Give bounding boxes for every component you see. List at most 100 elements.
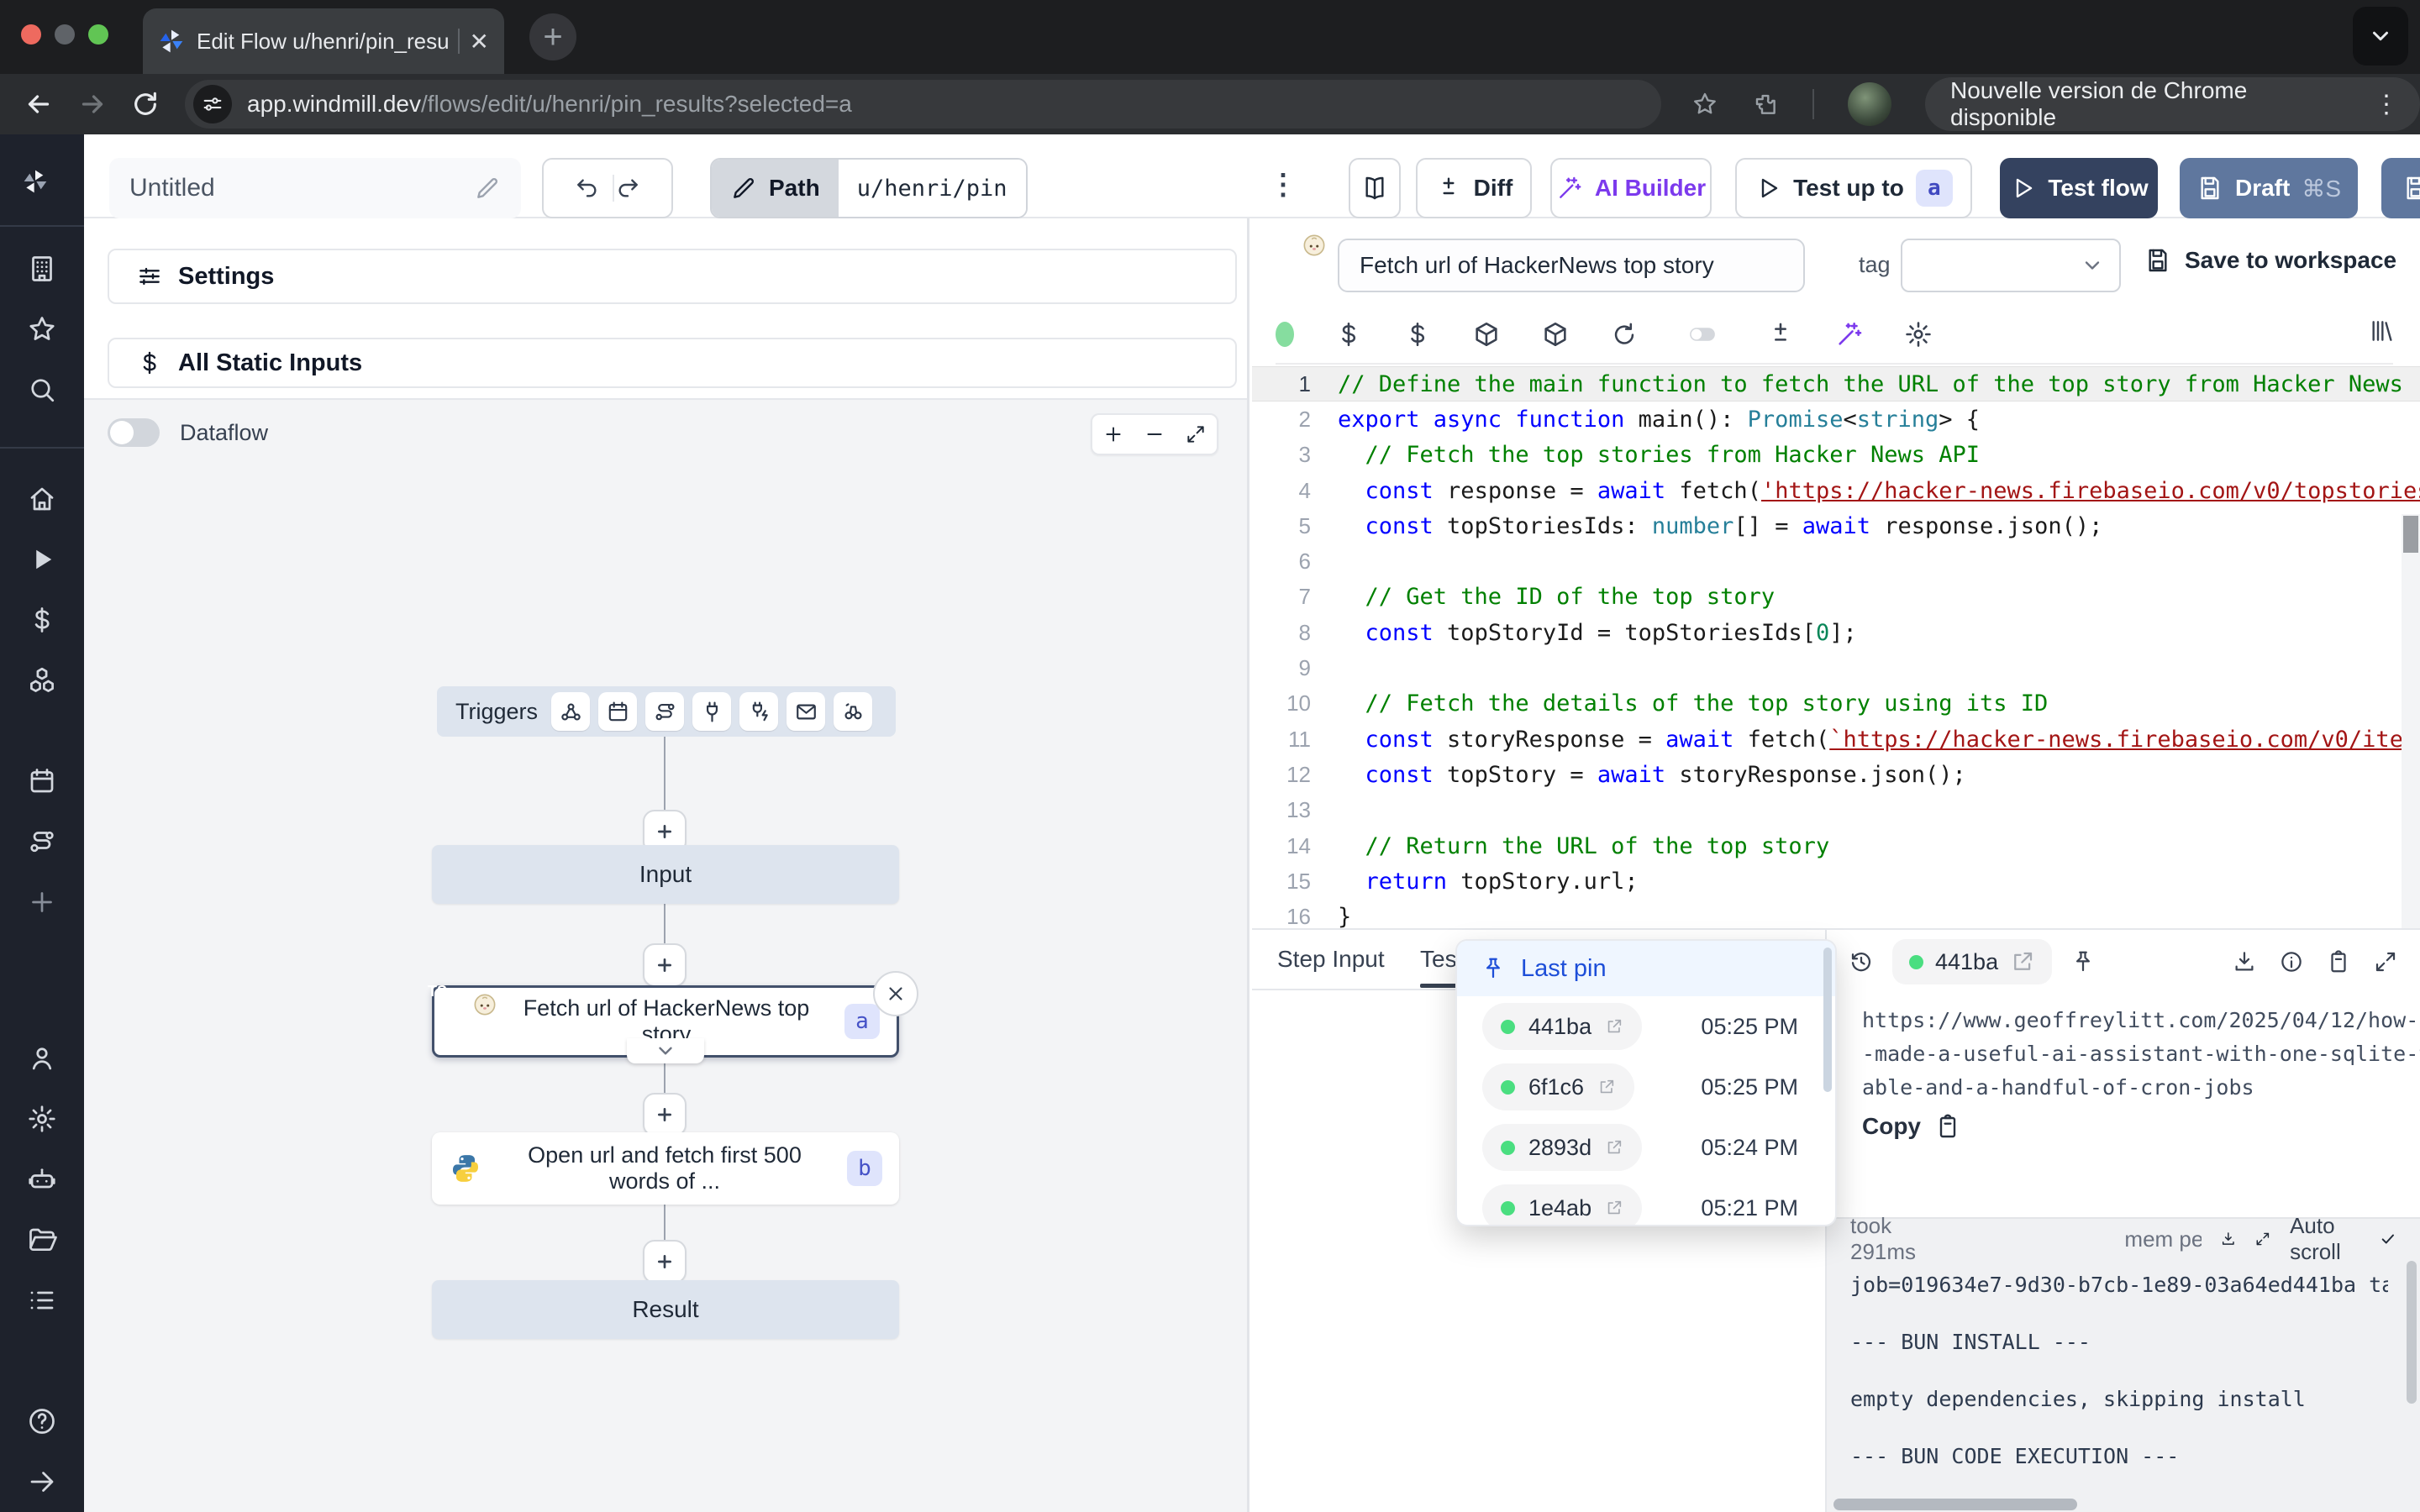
code-line[interactable]: 12 const topStory = await storyResponse.… — [1252, 757, 2420, 792]
auto-scroll-checkmark[interactable] — [2380, 1227, 2396, 1251]
tab-step-input[interactable]: Step Input — [1277, 930, 1385, 989]
refresh-icon[interactable] — [1610, 320, 1639, 349]
browser-menu-icon[interactable]: ⋮ — [2374, 90, 2400, 119]
code-editor[interactable]: 1// Define the main function to fetch th… — [1252, 366, 2420, 928]
add-step-button[interactable] — [643, 1093, 687, 1137]
pin-menu-item[interactable]: 441ba05:25 PM — [1457, 996, 1835, 1057]
step-node-b[interactable]: Open url and fetch first 500 words of ..… — [432, 1132, 899, 1205]
tab-test-partially-hidden[interactable]: Test — [1420, 930, 1459, 989]
external-link-icon[interactable] — [1605, 1199, 1623, 1217]
back-button[interactable] — [24, 89, 54, 119]
package-icon[interactable] — [1541, 320, 1570, 349]
triggers-node[interactable]: Triggers — [437, 686, 896, 737]
test-up-to-button[interactable]: Test up to a — [1735, 158, 1972, 218]
code-line[interactable]: 13 — [1252, 793, 2420, 828]
building-icon[interactable] — [27, 254, 57, 284]
star-icon[interactable] — [27, 314, 57, 344]
play-icon[interactable] — [27, 544, 57, 575]
plug-icon[interactable] — [692, 692, 731, 731]
code-line[interactable]: 7 // Get the ID of the top story — [1252, 580, 2420, 615]
help-icon[interactable] — [27, 1406, 57, 1436]
flow-settings-card[interactable]: Settings — [108, 249, 1237, 304]
code-line[interactable]: 5 const topStoriesIds: number[] = await … — [1252, 508, 2420, 543]
code-line[interactable]: 14 // Return the URL of the top story — [1252, 828, 2420, 864]
code-line[interactable]: 3 // Fetch the top stories from Hacker N… — [1252, 438, 2420, 473]
save-to-workspace-button[interactable]: Save to workspace — [2144, 247, 2396, 274]
add-step-button[interactable] — [643, 943, 687, 987]
logs-vertical-scrollbar[interactable] — [2407, 1261, 2417, 1404]
calendar-icon[interactable] — [598, 692, 637, 731]
expand-icon[interactable] — [2373, 949, 2398, 974]
pin-menu-item[interactable]: 2893d05:24 PM — [1457, 1117, 1835, 1178]
save-draft-button[interactable]: Draft⌘S — [2180, 158, 2358, 218]
gear-icon[interactable] — [27, 1104, 57, 1134]
dollar-icon[interactable] — [1334, 320, 1363, 349]
edit-name-pencil-icon[interactable] — [474, 175, 501, 202]
new-tab-button[interactable]: + — [529, 13, 576, 60]
external-link-icon[interactable] — [1605, 1017, 1623, 1036]
editor-vertical-scrollbar[interactable] — [2403, 516, 2418, 553]
all-static-inputs-card[interactable]: All Static Inputs — [108, 338, 1237, 388]
path-chip[interactable]: Path u/henri/pin — [710, 158, 1028, 218]
code-line[interactable]: 9 — [1252, 650, 2420, 685]
plus-icon[interactable] — [27, 887, 57, 917]
toggle-icon[interactable] — [1679, 320, 1726, 349]
test-up-to-step-badge[interactable]: a — [1916, 170, 1953, 207]
logs-horizontal-scrollbar[interactable] — [1833, 1499, 2077, 1510]
gear-icon[interactable] — [1904, 320, 1933, 349]
info-icon[interactable] — [2279, 949, 2304, 974]
download-icon[interactable] — [2232, 949, 2257, 974]
code-line[interactable]: 15 return topStory.url; — [1252, 864, 2420, 899]
zoom-in-button[interactable] — [1102, 423, 1124, 445]
reload-button[interactable] — [131, 90, 160, 118]
expand-logs-icon[interactable] — [2254, 1227, 2271, 1251]
code-line[interactable]: 8 const topStoryId = topStoriesIds[0]; — [1252, 615, 2420, 650]
redo-button[interactable] — [613, 175, 641, 202]
home-icon[interactable] — [27, 484, 57, 514]
fit-view-button[interactable] — [1185, 423, 1207, 445]
chrome-update-pill[interactable]: Nouvelle version de Chrome disponible ⋮ — [1925, 77, 2420, 131]
wand-icon[interactable] — [1835, 320, 1864, 349]
external-link-icon[interactable] — [1597, 1078, 1616, 1096]
result-url-value[interactable]: https://www.geoffreylitt.com/2025/04/12/… — [1862, 1004, 2420, 1105]
search-icon[interactable] — [27, 375, 57, 405]
last-pin-header[interactable]: Last pin — [1457, 941, 1835, 996]
code-line[interactable]: 4 const response = await fetch('https://… — [1252, 473, 2420, 508]
window-minimize-button[interactable] — [55, 24, 75, 45]
bookmark-star-icon[interactable] — [1691, 91, 1718, 118]
poll-icon[interactable] — [834, 692, 872, 731]
clipboard-icon[interactable] — [2326, 949, 2351, 974]
diff-button[interactable]: Diff — [1416, 158, 1532, 218]
route-icon[interactable] — [27, 827, 57, 857]
window-close-button[interactable] — [21, 24, 41, 45]
docs-button[interactable] — [1349, 158, 1401, 218]
webhook-icon[interactable] — [551, 692, 590, 731]
tab-search-button[interactable] — [2353, 7, 2408, 66]
dropdown-scrollbar[interactable] — [1823, 948, 1832, 1092]
code-line[interactable]: 1// Define the main function to fetch th… — [1252, 366, 2420, 402]
forward-button[interactable] — [77, 89, 108, 119]
code-line[interactable]: 2export async function main(): Promise<s… — [1252, 402, 2420, 437]
history-icon[interactable] — [1849, 949, 1874, 974]
extensions-icon[interactable] — [1752, 91, 1779, 118]
run-id-pill[interactable]: 441ba — [1892, 939, 2052, 984]
zoom-out-button[interactable] — [1144, 423, 1165, 445]
download-logs-icon[interactable] — [2220, 1227, 2237, 1251]
list-icon[interactable] — [27, 1285, 57, 1315]
windmill-logo[interactable] — [22, 168, 49, 195]
cubes-icon[interactable] — [27, 665, 57, 696]
calendar-icon[interactable] — [27, 766, 57, 796]
dollar-icon[interactable] — [27, 605, 57, 635]
copy-result-button[interactable]: Copy — [1862, 1113, 1961, 1140]
profile-avatar[interactable] — [1848, 82, 1891, 126]
test-flow-button[interactable]: Test flow — [2000, 158, 2158, 218]
plug-bolt-icon[interactable] — [739, 692, 778, 731]
pin-menu-item[interactable]: 1e4ab05:21 PM — [1457, 1178, 1835, 1226]
external-link-icon[interactable] — [2010, 949, 2035, 974]
folder-icon[interactable] — [27, 1225, 57, 1255]
library-icon[interactable] — [2368, 318, 2395, 344]
dollar-icon[interactable] — [1403, 320, 1432, 349]
pin-menu-item[interactable]: 6f1c605:25 PM — [1457, 1057, 1835, 1117]
result-node[interactable]: Result — [432, 1280, 899, 1339]
deploy-button[interactable]: Deploy — [2381, 158, 2420, 218]
